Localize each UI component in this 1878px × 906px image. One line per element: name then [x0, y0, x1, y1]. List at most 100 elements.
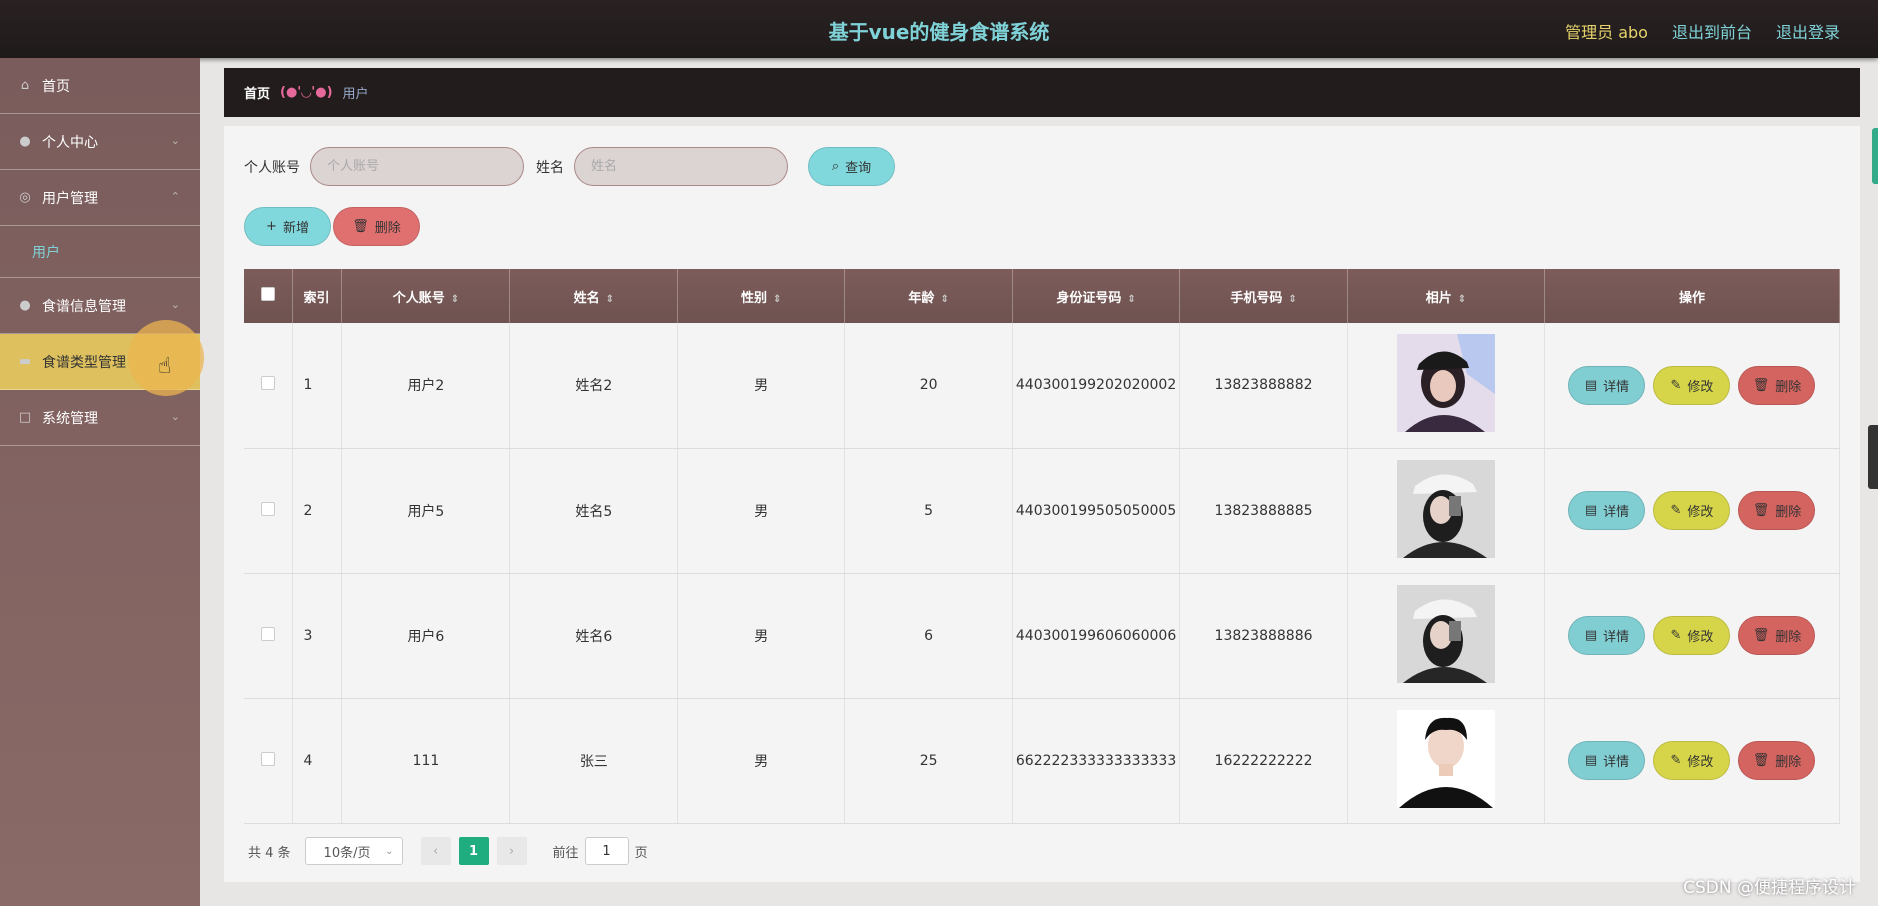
user-photo	[1396, 459, 1495, 558]
edit-label: 修改	[1687, 630, 1714, 645]
delete-label: 删除	[1775, 505, 1802, 520]
row-checkbox[interactable]	[261, 376, 276, 391]
query-button-label: 查询	[845, 161, 872, 176]
edit-button[interactable]: ✎ 修改	[1653, 491, 1731, 530]
document-icon: ▤	[1584, 377, 1598, 393]
select-all-checkbox[interactable]	[261, 287, 276, 301]
delete-button[interactable]: 🗑 删除	[1738, 491, 1816, 530]
sort-icon[interactable]: ⇕	[940, 294, 948, 305]
column-header[interactable]: 手机号码 ⇕	[1179, 269, 1349, 323]
column-header[interactable]: 身份证号码 ⇕	[1012, 269, 1181, 323]
top-bar: 基于vue的健身食谱系统 管理员 abo 退出到前台 退出登录	[0, 0, 1878, 58]
add-button-label: 新增	[282, 221, 309, 236]
row-checkbox[interactable]	[261, 751, 276, 766]
sort-icon[interactable]: ⇕	[773, 294, 781, 305]
delete-label: 删除	[1775, 379, 1802, 395]
sidebar-subitem-users[interactable]: 用户	[0, 226, 200, 278]
column-header-label: 相片	[1425, 290, 1452, 306]
sidebar-item-profile[interactable]: ● 个人中心 ⌄	[0, 114, 200, 170]
batch-delete-button[interactable]: 🗑 删除	[333, 207, 420, 246]
page-number-current[interactable]: 1	[458, 837, 489, 865]
delete-button[interactable]: 🗑 删除	[1738, 616, 1816, 655]
cell-phone: 16222222222	[1179, 698, 1349, 824]
row-checkbox[interactable]	[261, 501, 276, 516]
column-header[interactable]: 性别 ⇕	[677, 269, 846, 323]
prev-page-button[interactable]: ‹	[420, 837, 451, 865]
cell-account: 111	[341, 698, 511, 824]
pencil-icon: ✎	[1670, 377, 1682, 393]
column-header[interactable]: 姓名 ⇕	[509, 269, 679, 323]
edit-button[interactable]: ✎ 修改	[1653, 616, 1731, 655]
detail-button[interactable]: ▤ 详情	[1568, 365, 1646, 405]
cell-age: 5	[844, 448, 1014, 574]
account-search-input[interactable]	[310, 147, 524, 186]
chevron-down-icon: ⌄	[385, 845, 394, 857]
logout-link[interactable]: 退出登录	[1776, 19, 1840, 43]
edit-label: 修改	[1687, 505, 1714, 520]
sidebar: ⌂ 首页 ● 个人中心 ⌄ ◎ 用户管理 ⌃ 用户 ● 食谱信息管理 ⌄ ▬ 食…	[0, 58, 204, 906]
current-user: 管理员 abo	[1565, 23, 1648, 42]
watermark: CSDN @便捷程序设计	[1683, 878, 1856, 898]
goto-page-input[interactable]: 1	[584, 837, 629, 865]
column-header: 操作	[1544, 269, 1841, 323]
detail-label: 详情	[1603, 755, 1630, 770]
row-checkbox[interactable]	[261, 626, 276, 641]
delete-button[interactable]: 🗑 删除	[1738, 365, 1816, 405]
settings-icon: □	[18, 409, 32, 425]
delete-button[interactable]: 🗑 删除	[1738, 741, 1816, 780]
total-count: 共 4 条	[248, 845, 291, 861]
sort-icon[interactable]: ⇕	[1288, 294, 1296, 305]
cell-age: 20	[844, 323, 1014, 449]
edit-button[interactable]: ✎ 修改	[1653, 741, 1731, 780]
detail-button[interactable]: ▤ 详情	[1568, 616, 1646, 655]
document-icon: ▤	[1584, 503, 1598, 518]
next-page-button[interactable]: ›	[496, 837, 527, 865]
front-link[interactable]: 退出到前台	[1672, 19, 1752, 43]
breadcrumb: 首页 (●'◡'●) 用户	[224, 68, 1860, 117]
table-row: 1 用户2 姓名2 男 20 440300199202020002 138238…	[244, 323, 1841, 449]
pagination: 共 4 条 10条/页 ⌄ ‹ 1 › 前往 1 页	[248, 837, 648, 865]
row-actions: ▤ 详情 ✎ 修改 🗑 删除	[1545, 616, 1839, 655]
name-label: 姓名	[536, 159, 564, 176]
name-search-input[interactable]	[574, 147, 788, 186]
sort-icon[interactable]: ⇕	[1127, 294, 1135, 305]
sidebar-item-recipe-info[interactable]: ● 食谱信息管理 ⌄	[0, 278, 200, 334]
column-header[interactable]: 年龄 ⇕	[844, 269, 1014, 323]
page-size-select[interactable]: 10条/页 ⌄	[304, 837, 403, 865]
account-label: 个人账号	[244, 159, 300, 176]
cell-name: 姓名6	[509, 573, 679, 699]
cell-phone: 13823888885	[1179, 448, 1349, 574]
add-button[interactable]: + 新增	[244, 207, 331, 246]
sidebar-item-home[interactable]: ⌂ 首页	[0, 58, 200, 114]
sort-icon[interactable]: ⇕	[606, 294, 614, 305]
hand-cursor-icon: ☝	[158, 354, 172, 379]
cell-id-number: 440300199606060006	[1012, 573, 1181, 699]
sidebar-item-system[interactable]: □ 系统管理 ⌄	[0, 390, 200, 446]
sidebar-item-user-management[interactable]: ◎ 用户管理 ⌃	[0, 170, 200, 226]
row-actions: ▤ 详情 ✎ 修改 🗑 删除	[1545, 491, 1839, 530]
query-button[interactable]: ⌕ 查询	[808, 147, 895, 186]
sort-icon[interactable]: ⇕	[451, 294, 459, 305]
user-photo	[1396, 334, 1495, 433]
sort-icon[interactable]: ⇕	[1458, 294, 1466, 305]
table-row: 2 用户5 姓名5 男 5 440300199505050005 1382388…	[244, 448, 1841, 574]
breadcrumb-current: 用户	[342, 87, 369, 102]
column-header[interactable]: 个人账号 ⇕	[341, 269, 511, 323]
column-header[interactable]: 相片 ⇕	[1347, 269, 1545, 323]
goto-label: 前往	[552, 845, 579, 861]
breadcrumb-home[interactable]: 首页	[244, 83, 270, 102]
cell-age: 6	[844, 573, 1014, 699]
sidebar-item-label: 系统管理	[42, 410, 98, 427]
detail-label: 详情	[1603, 630, 1630, 645]
detail-button[interactable]: ▤ 详情	[1568, 491, 1646, 530]
detail-button[interactable]: ▤ 详情	[1568, 741, 1646, 780]
scrollbar-thumb[interactable]	[1868, 425, 1878, 489]
chevron-left-icon: ‹	[432, 843, 439, 859]
trash-icon: 🗑	[1752, 753, 1770, 768]
column-header-label: 个人账号	[392, 290, 445, 306]
cell-id-number: 440300199202020002	[1012, 323, 1181, 449]
side-handle[interactable]	[1872, 128, 1878, 184]
delete-label: 删除	[1775, 755, 1802, 770]
edit-button[interactable]: ✎ 修改	[1653, 365, 1731, 405]
home-icon: ⌂	[20, 77, 30, 93]
